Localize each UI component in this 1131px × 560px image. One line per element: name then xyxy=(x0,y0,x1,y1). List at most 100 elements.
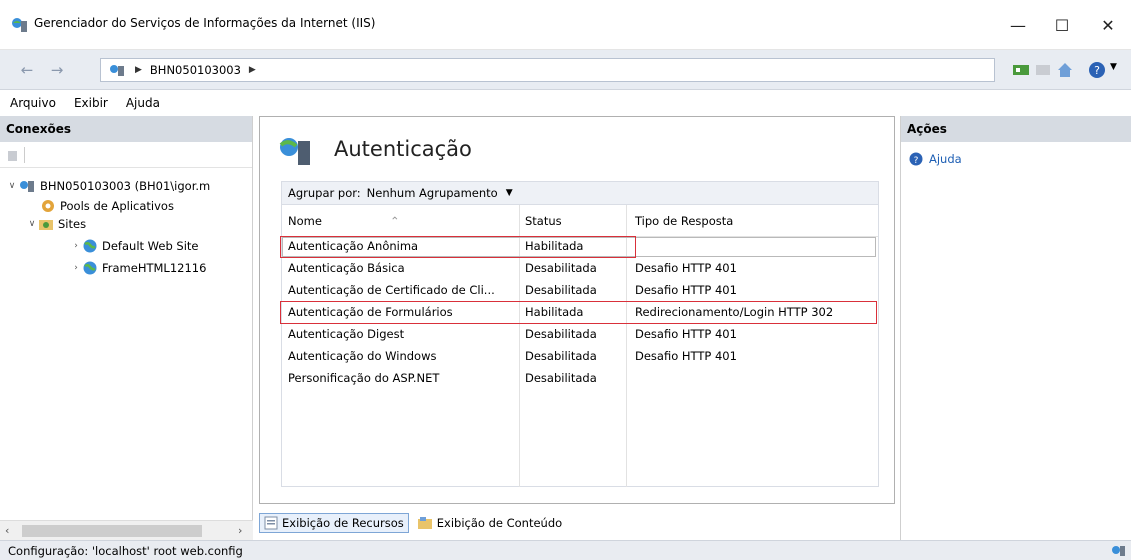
horizontal-scrollbar[interactable]: ‹ › xyxy=(0,520,253,540)
group-by-select[interactable]: Nenhum Agrupamento xyxy=(367,186,498,200)
help-icon[interactable]: ? xyxy=(1088,61,1106,79)
row-response: Desafio HTTP 401 xyxy=(635,283,737,297)
minimize-button[interactable]: — xyxy=(998,8,1038,42)
tree-app-pools[interactable]: Pools de Aplicativos xyxy=(40,198,174,214)
help-icon: ? xyxy=(909,152,923,166)
tree-site-default[interactable]: › Default Web Site xyxy=(70,238,198,254)
chevron-right-icon[interactable]: ▶ xyxy=(249,65,256,75)
server-status-icon xyxy=(1112,546,1125,556)
row-response: Desafio HTTP 401 xyxy=(635,349,737,363)
row-status: Desabilitada xyxy=(525,349,597,363)
tab-content-view[interactable]: Exibição de Conteúdo xyxy=(413,514,566,532)
expand-icon[interactable]: › xyxy=(70,263,82,273)
status-text: Configuração: 'localhost' root web.confi… xyxy=(8,544,243,558)
iis-app-icon xyxy=(12,18,27,32)
globe-icon xyxy=(83,239,97,253)
row-status: Desabilitada xyxy=(525,261,597,275)
expand-icon[interactable]: › xyxy=(70,241,82,251)
tab-content-view-label: Exibição de Conteúdo xyxy=(436,516,563,530)
collapse-icon[interactable]: ∨ xyxy=(26,219,38,229)
server-icon xyxy=(20,181,34,192)
tree-sites-label: Sites xyxy=(58,217,87,231)
connections-header: Conexões xyxy=(0,116,252,142)
table-row[interactable]: Autenticação Digest Desabilitada Desafio… xyxy=(282,324,878,346)
table-row[interactable]: Autenticação de Certificado de Cli... De… xyxy=(282,280,878,302)
column-header-status[interactable]: Status xyxy=(525,214,562,228)
highlight-forms-auth xyxy=(280,301,877,324)
back-button[interactable]: ← xyxy=(14,59,40,81)
table-row[interactable]: Autenticação Básica Desabilitada Desafio… xyxy=(282,258,878,280)
column-header-response[interactable]: Tipo de Resposta xyxy=(635,214,733,228)
sort-indicator-icon: ⌃ xyxy=(390,214,400,228)
page-title: Autenticação xyxy=(334,137,472,161)
tree-sites[interactable]: ∨ Sites xyxy=(26,216,86,232)
menu-exibir[interactable]: Exibir xyxy=(74,96,108,110)
forward-button[interactable]: → xyxy=(44,59,70,81)
action-help[interactable]: ? Ajuda xyxy=(909,152,962,166)
scroll-right-icon[interactable]: › xyxy=(238,524,242,537)
group-by-label: Agrupar por: xyxy=(288,186,361,200)
app-pool-icon xyxy=(42,200,54,212)
row-response: Desafio HTTP 401 xyxy=(635,261,737,275)
breadcrumb-server[interactable]: BHN050103003 xyxy=(150,63,241,77)
tree-site-frame-label: FrameHTML12116 xyxy=(102,261,207,275)
tree-site-frame[interactable]: › FrameHTML12116 xyxy=(70,260,206,276)
row-response: Desafio HTTP 401 xyxy=(635,327,737,341)
menu-ajuda[interactable]: Ajuda xyxy=(126,96,160,110)
row-status: Desabilitada xyxy=(525,371,597,385)
row-status: Desabilitada xyxy=(525,283,597,297)
connections-toolbar xyxy=(0,142,252,168)
address-field[interactable]: ▶ BHN050103003 ▶ xyxy=(100,58,995,82)
tree-app-pools-label: Pools de Aplicativos xyxy=(60,199,174,213)
connections-panel: Conexões ∨ BHN050103003 (BH01\igor.m Poo… xyxy=(0,116,253,540)
row-name: Autenticação Digest xyxy=(288,327,405,341)
feature-frame: Autenticação Agrupar por: Nenhum Agrupam… xyxy=(259,116,895,504)
new-connection-icon[interactable] xyxy=(6,149,20,163)
row-name: Autenticação de Certificado de Cli... xyxy=(288,283,495,297)
action-help-label: Ajuda xyxy=(929,152,962,166)
address-bar: ← → ▶ BHN050103003 ▶ ? ▼ xyxy=(0,50,1131,90)
stop-icon[interactable] xyxy=(1034,61,1052,79)
tab-features-view-label: Exibição de Recursos xyxy=(282,516,404,530)
home-icon[interactable] xyxy=(1056,61,1074,79)
scroll-left-icon[interactable]: ‹ xyxy=(5,524,9,537)
list-header: ⌃ Nome Status Tipo de Resposta xyxy=(282,205,878,237)
tab-features-view[interactable]: Exibição de Recursos xyxy=(259,513,409,533)
chevron-right-icon: ▶ xyxy=(135,65,142,75)
chevron-down-icon[interactable]: ▼ xyxy=(1110,62,1117,72)
content-view-icon xyxy=(417,517,432,529)
chevron-down-icon[interactable]: ▼ xyxy=(506,188,513,198)
tree-server[interactable]: ∨ BHN050103003 (BH01\igor.m xyxy=(6,178,211,194)
group-by-bar: Agrupar por: Nenhum Agrupamento ▼ xyxy=(281,181,879,205)
divider xyxy=(24,147,25,163)
close-button[interactable]: ✕ xyxy=(1088,8,1128,42)
svg-text:?: ? xyxy=(1094,64,1100,77)
main-panel: Autenticação Agrupar por: Nenhum Agrupam… xyxy=(253,116,900,540)
table-row[interactable]: Personificação do ASP.NET Desabilitada xyxy=(282,368,878,390)
row-status: Desabilitada xyxy=(525,327,597,341)
svg-text:?: ? xyxy=(914,156,919,166)
collapse-icon[interactable]: ∨ xyxy=(6,181,18,191)
folder-icon xyxy=(39,220,53,230)
row-name: Autenticação Básica xyxy=(288,261,405,275)
column-header-name[interactable]: Nome xyxy=(288,214,322,228)
menu-bar: Arquivo Exibir Ajuda xyxy=(0,90,1131,116)
features-view-icon xyxy=(264,516,278,530)
scroll-thumb[interactable] xyxy=(22,525,202,537)
globe-icon xyxy=(83,261,97,275)
menu-arquivo[interactable]: Arquivo xyxy=(10,96,56,110)
actions-header: Ações xyxy=(901,116,1131,142)
table-row[interactable]: Autenticação do Windows Desabilitada Des… xyxy=(282,346,878,368)
highlight-anonymous-auth xyxy=(280,236,636,258)
authentication-list: ⌃ Nome Status Tipo de Resposta Autentica… xyxy=(280,205,879,487)
row-name: Personificação do ASP.NET xyxy=(288,371,440,385)
authentication-icon xyxy=(279,138,310,165)
connect-icon[interactable] xyxy=(1012,61,1030,79)
actions-panel: Ações ? Ajuda xyxy=(900,116,1131,540)
view-tabs: Exibição de Recursos Exibição de Conteúd… xyxy=(259,512,570,534)
tree-site-default-label: Default Web Site xyxy=(102,239,199,253)
window-title: Gerenciador do Serviços de Informações d… xyxy=(34,16,376,30)
server-icon xyxy=(110,65,124,76)
maximize-button[interactable]: ☐ xyxy=(1042,8,1082,42)
status-bar: Configuração: 'localhost' root web.confi… xyxy=(0,540,1131,560)
